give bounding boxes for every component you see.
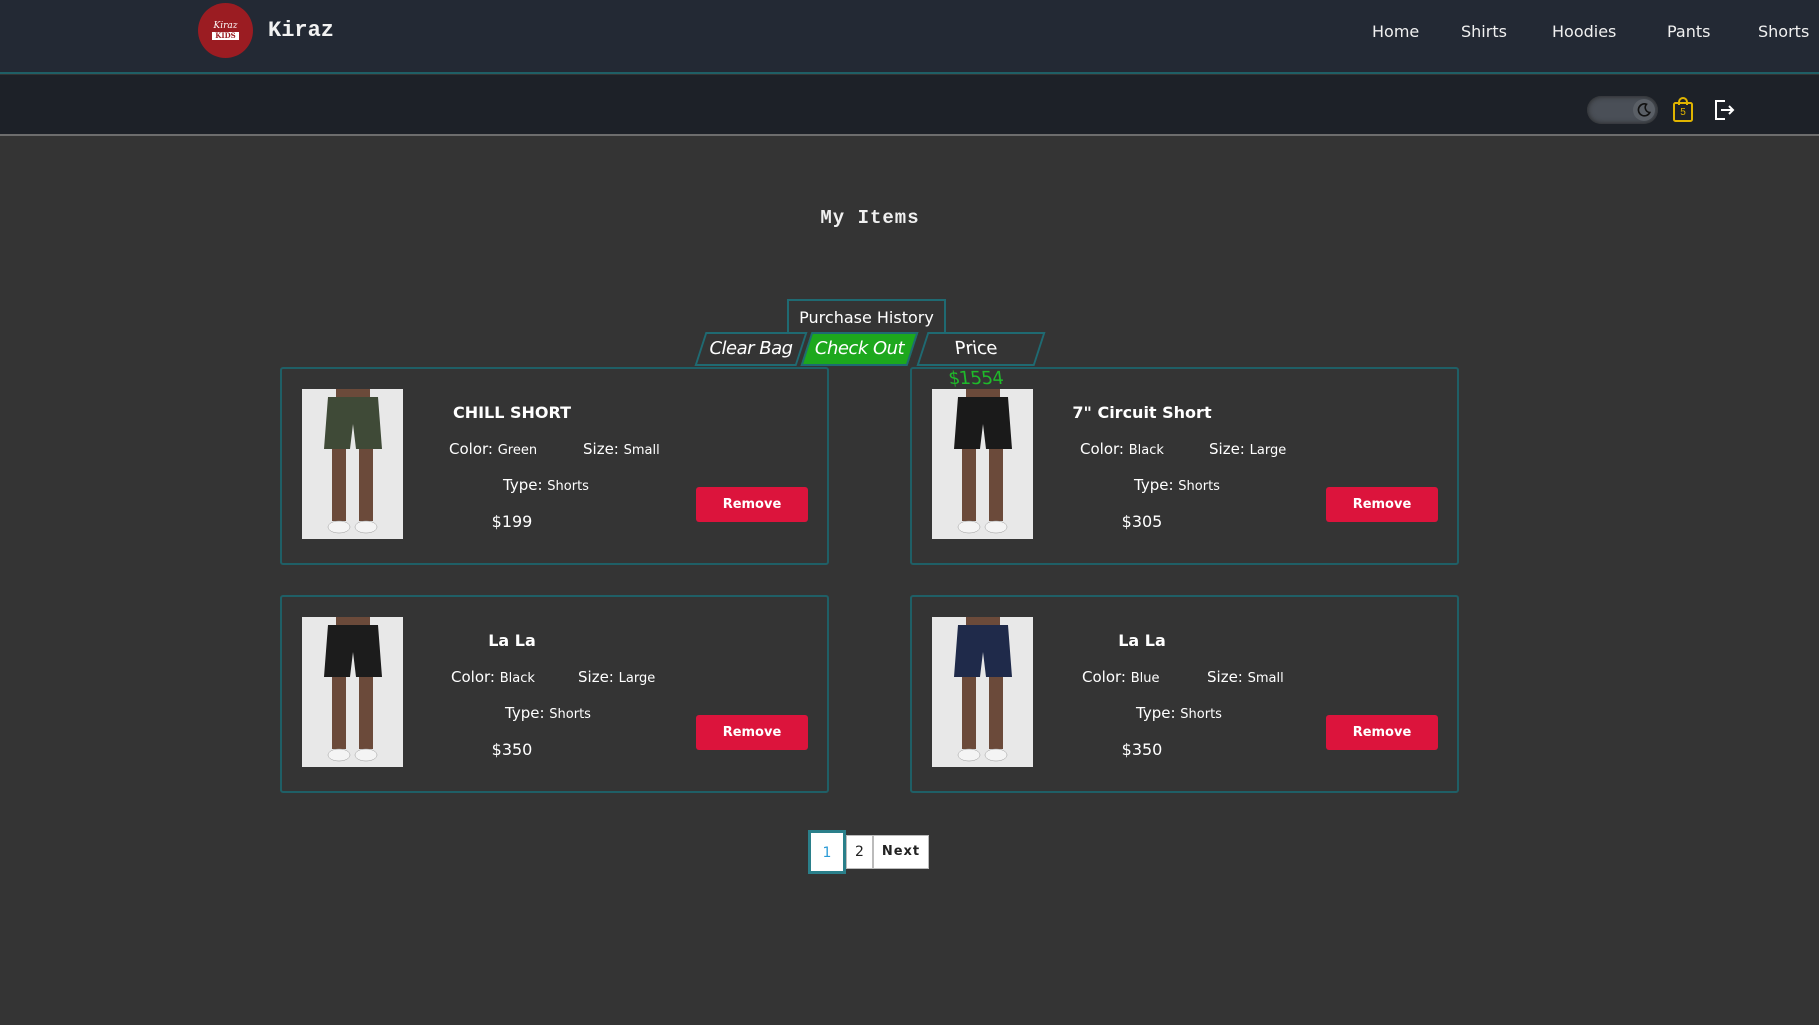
item-type: Type: Shorts — [503, 476, 589, 494]
top-navbar: Kiraz KIDS Kiraz Home Shirts Hoodies Pan… — [0, 0, 1819, 74]
cart-item-card: La La Color: Black Size: Large Type: Sho… — [280, 595, 829, 793]
item-color: Color: Black — [451, 668, 535, 686]
moon-icon — [1633, 99, 1655, 121]
bag-count: 5 — [1680, 107, 1686, 118]
cart-item-card: 7" Circuit Short Color: Black Size: Larg… — [910, 367, 1459, 565]
item-name: CHILL SHORT — [452, 403, 572, 422]
total-price: Price $1554 — [916, 332, 1046, 389]
product-image[interactable] — [932, 617, 1033, 767]
item-color: Color: Blue — [1082, 668, 1160, 686]
item-color: Color: Green — [449, 440, 538, 458]
item-size: Size: Small — [1207, 668, 1284, 686]
item-price: $305 — [1121, 512, 1163, 531]
page-1-button[interactable]: 1 — [808, 830, 846, 874]
check-out-button[interactable]: Check Out — [800, 332, 919, 366]
product-image[interactable] — [302, 617, 403, 767]
item-type: Type: Shorts — [1134, 476, 1220, 494]
item-name: La La — [488, 631, 536, 650]
item-size: Size: Large — [578, 668, 656, 686]
item-price: $350 — [1121, 740, 1163, 759]
remove-button[interactable]: Remove — [1326, 487, 1438, 522]
nav-shirts[interactable]: Shirts — [1461, 22, 1507, 41]
shopping-bag-icon[interactable]: 5 — [1672, 97, 1694, 123]
product-image[interactable] — [302, 389, 403, 539]
sub-toolbar — [0, 75, 1819, 136]
cart-item-card: CHILL SHORT Color: Green Size: Small Typ… — [280, 367, 829, 565]
remove-button[interactable]: Remove — [1326, 715, 1438, 750]
brand-name[interactable]: Kiraz — [268, 18, 334, 43]
cart-item-card: La La Color: Blue Size: Small Type: Shor… — [910, 595, 1459, 793]
item-size: Size: Small — [583, 440, 660, 458]
remove-button[interactable]: Remove — [696, 715, 808, 750]
nav-shorts[interactable]: Shorts — [1758, 22, 1809, 41]
item-type: Type: Shorts — [1136, 704, 1222, 722]
item-color: Color: Black — [1080, 440, 1164, 458]
price-label: Price — [951, 338, 1001, 359]
item-name: La La — [1118, 631, 1166, 650]
nav-hoodies[interactable]: Hoodies — [1552, 22, 1616, 41]
clear-bag-button[interactable]: Clear Bag — [694, 332, 808, 366]
page-title: My Items — [820, 207, 920, 229]
brand-logo[interactable]: Kiraz KIDS — [198, 3, 253, 58]
product-image[interactable] — [932, 389, 1033, 539]
nav-pants[interactable]: Pants — [1667, 22, 1710, 41]
purchase-history-tab[interactable]: Purchase History — [787, 299, 946, 335]
logout-icon[interactable] — [1712, 98, 1736, 122]
next-page-button[interactable]: Next — [873, 835, 929, 869]
item-type: Type: Shorts — [505, 704, 591, 722]
nav-home[interactable]: Home — [1372, 22, 1419, 41]
item-size: Size: Large — [1209, 440, 1287, 458]
theme-toggle[interactable] — [1587, 96, 1658, 124]
page-2-button[interactable]: 2 — [846, 835, 873, 869]
item-price: $350 — [491, 740, 533, 759]
remove-button[interactable]: Remove — [696, 487, 808, 522]
item-name: 7" Circuit Short — [1072, 403, 1212, 422]
item-price: $199 — [491, 512, 533, 531]
